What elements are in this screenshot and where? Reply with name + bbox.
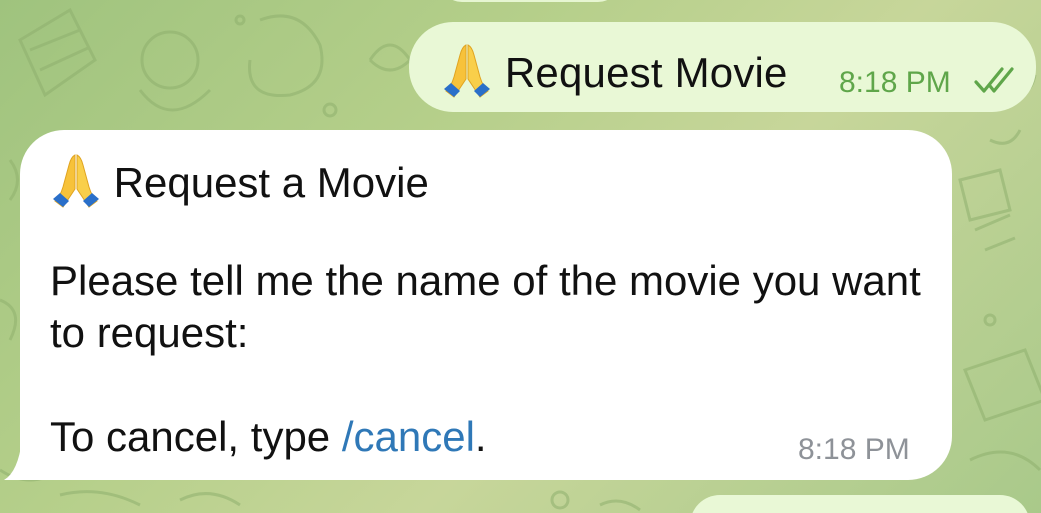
outgoing-message-time: 8:18 PM xyxy=(839,66,951,99)
previous-message-bubble xyxy=(440,0,620,2)
cancel-prefix: To cancel, type xyxy=(50,413,342,460)
incoming-message-body: Please tell me the name of the movie you… xyxy=(50,257,921,356)
cancel-command-link[interactable]: /cancel xyxy=(342,413,475,460)
cancel-suffix: . xyxy=(474,413,487,460)
outgoing-message-text: Request Movie xyxy=(441,43,788,109)
double-check-icon xyxy=(974,66,1022,101)
folded-hands-emoji-icon xyxy=(441,43,493,109)
incoming-title-text: Request a Movie xyxy=(113,159,429,207)
outgoing-message-bubble[interactable]: Request Movie 8:18 PM xyxy=(409,22,1036,112)
next-message-bubble xyxy=(690,495,1030,513)
incoming-message-time: 8:18 PM xyxy=(798,433,910,466)
chat-background: Request Movie 8:18 PM Request a Movie Pl… xyxy=(0,0,1041,513)
folded-hands-emoji-icon xyxy=(50,153,102,219)
incoming-message-title: Request a Movie xyxy=(50,153,429,219)
outgoing-message-label: Request Movie xyxy=(504,49,788,97)
incoming-cancel-line: To cancel, type /cancel. xyxy=(50,413,487,461)
incoming-message-bubble[interactable]: Request a Movie Please tell me the name … xyxy=(20,130,952,480)
